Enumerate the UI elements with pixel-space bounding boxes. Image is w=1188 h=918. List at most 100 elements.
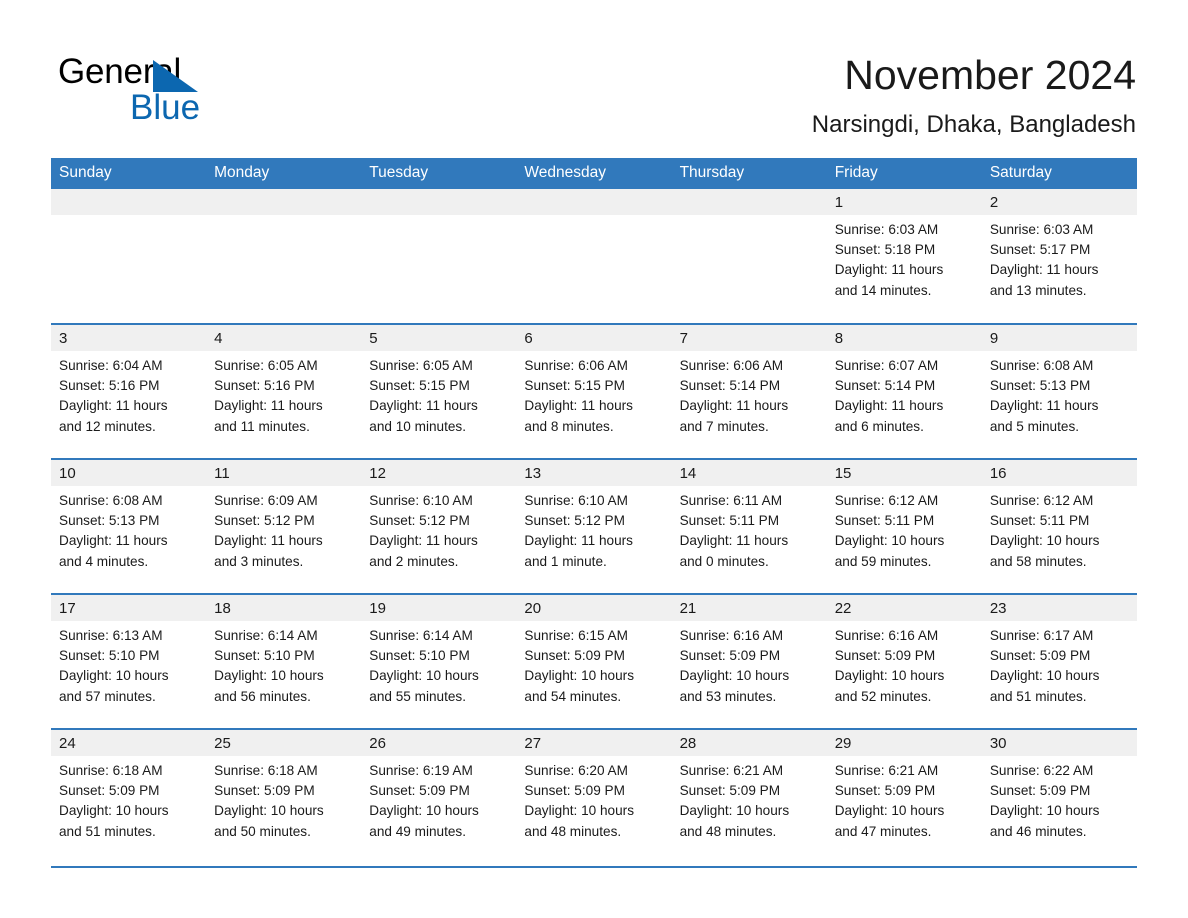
sunset-text: Sunset: 5:09 PM: [679, 783, 781, 799]
day-cell[interactable]: 4 Sunrise: 6:05 AM Sunset: 5:16 PM Daylight…: [206, 323, 362, 459]
generalblue-logo[interactable]: General Blue: [58, 52, 358, 132]
sunset-text: Sunset: 5:11 PM: [679, 513, 780, 529]
day-cell[interactable]: 19 Sunrise: 6:14 AM Sunset: 5:10 PM Dayligh…: [361, 593, 517, 729]
day-cell[interactable]: 6 Sunrise: 6:06 AM Sunset: 5:15 PM Daylight…: [516, 323, 672, 459]
sunset-text: Sunset: 5:14 PM: [679, 378, 781, 394]
day-cell[interactable]: 3 Sunrise: 6:04 AM Sunset: 5:16 PM Daylight…: [51, 323, 207, 459]
day-cell[interactable]: 23 Sunrise: 6:17 AM Sunset: 5:09 PM Dayligh…: [981, 593, 1137, 729]
daylight-text-line2: and 2 minutes.: [369, 553, 459, 569]
sunrise-text: Sunrise: 6:17 AM: [989, 628, 1094, 643]
day-cell[interactable]: 28 Sunrise: 6:21 AM Sunset: 5:09 PM Dayligh…: [671, 728, 827, 864]
day-cell[interactable]: 20 Sunrise: 6:15 AM Sunset: 5:09 PM Dayligh…: [516, 593, 672, 729]
day-cell[interactable]: [51, 189, 207, 324]
weekday-header-tuesday: Tuesday: [361, 158, 517, 189]
day-cell[interactable]: 10 Sunrise: 6:08 AM Sunset: 5:13 PM Dayligh…: [51, 458, 207, 594]
sunrise-text: Sunrise: 6:13 AM: [59, 628, 163, 643]
sunset-text: Sunset: 5:17 PM: [989, 242, 1091, 258]
sunset-text: Sunset: 5:16 PM: [59, 378, 160, 394]
sunset-text: Sunset: 5:09 PM: [679, 648, 781, 664]
day-number: 24: [51, 730, 207, 756]
day-cell[interactable]: 30 Sunrise: 6:22 AM Sunset: 5:09 PM Dayligh…: [981, 728, 1137, 864]
day-cell[interactable]: 16 Sunrise: 6:12 AM Sunset: 5:11 PM Dayligh…: [981, 458, 1137, 594]
day-cell[interactable]: [361, 189, 517, 324]
week-row: 10 Sunrise: 6:08 AM Sunset: 5:13 PM Dayligh…: [51, 458, 1137, 594]
day-cell[interactable]: 18 Sunrise: 6:14 AM Sunset: 5:10 PM Dayligh…: [206, 593, 362, 729]
daylight-text-line1: Daylight: 10 hours: [524, 803, 634, 819]
sunrise-text: Sunrise: 6:06 AM: [524, 358, 628, 373]
day-number: 28: [671, 730, 827, 756]
daylight-text-line2: and 51 minutes.: [989, 688, 1087, 704]
day-number: 2: [981, 189, 1137, 215]
day-cell[interactable]: 14 Sunrise: 6:11 AM Sunset: 5:11 PM Dayligh…: [671, 458, 827, 594]
sunrise-text: Sunrise: 6:21 AM: [834, 763, 939, 778]
day-cell[interactable]: 12 Sunrise: 6:10 AM Sunset: 5:12 PM Dayligh…: [361, 458, 517, 594]
day-number: 23: [981, 595, 1137, 621]
day-cell[interactable]: 17 Sunrise: 6:13 AM Sunset: 5:10 PM Dayligh…: [51, 593, 207, 729]
sunrise-text: Sunrise: 6:21 AM: [679, 763, 784, 778]
daylight-text-line2: and 6 minutes.: [834, 418, 924, 434]
day-number: 16: [981, 460, 1137, 486]
daylight-text-line2: and 57 minutes.: [59, 688, 156, 704]
daylight-text-line2: and 48 minutes.: [679, 823, 777, 839]
day-number: 3: [51, 325, 207, 351]
day-number: 20: [516, 595, 672, 621]
day-number: [671, 189, 827, 215]
day-cell[interactable]: 29 Sunrise: 6:21 AM Sunset: 5:09 PM Dayligh…: [826, 728, 982, 864]
daylight-text-line2: and 4 minutes.: [59, 553, 149, 569]
sunrise-text: Sunrise: 6:14 AM: [369, 628, 473, 643]
daylight-text-line1: Daylight: 10 hours: [214, 803, 324, 819]
day-cell[interactable]: 11 Sunrise: 6:09 AM Sunset: 5:12 PM Dayligh…: [206, 458, 362, 594]
day-cell[interactable]: [671, 189, 827, 324]
daylight-text-line1: Daylight: 11 hours: [59, 398, 168, 414]
day-cell[interactable]: [206, 189, 362, 324]
day-cell[interactable]: 5 Sunrise: 6:05 AM Sunset: 5:15 PM Daylight…: [361, 323, 517, 459]
sunrise-text: Sunrise: 6:12 AM: [834, 493, 939, 508]
week-row: 24 Sunrise: 6:18 AM Sunset: 5:09 PM Dayligh…: [51, 728, 1137, 864]
sunrise-text: Sunrise: 6:05 AM: [214, 358, 318, 373]
weekday-header-row: Sunday Monday Tuesday Wednesday Thursday…: [51, 158, 1137, 189]
day-cell[interactable]: 15 Sunrise: 6:12 AM Sunset: 5:11 PM Dayligh…: [826, 458, 982, 594]
sunrise-text: Sunrise: 6:19 AM: [369, 763, 473, 778]
day-cell[interactable]: 24 Sunrise: 6:18 AM Sunset: 5:09 PM Dayligh…: [51, 728, 207, 864]
day-cell[interactable]: 2 Sunrise: 6:03 AM Sunset: 5:17 PM Daylight…: [981, 189, 1137, 324]
daylight-text-line2: and 12 minutes.: [59, 418, 156, 434]
day-cell[interactable]: 8 Sunrise: 6:07 AM Sunset: 5:14 PM Daylight…: [826, 323, 982, 459]
daylight-text-line2: and 54 minutes.: [524, 688, 622, 704]
sunset-text: Sunset: 5:09 PM: [214, 783, 315, 799]
day-number: 17: [51, 595, 207, 621]
daylight-text-line1: Daylight: 11 hours: [214, 398, 323, 414]
sunrise-text: Sunrise: 6:15 AM: [524, 628, 628, 643]
sunset-text: Sunset: 5:13 PM: [59, 513, 160, 529]
daylight-text-line2: and 46 minutes.: [989, 823, 1087, 839]
sunset-text: Sunset: 5:11 PM: [834, 513, 935, 529]
sunset-text: Sunset: 5:09 PM: [834, 783, 936, 799]
weekday-header-sunday: Sunday: [51, 158, 207, 189]
day-cell[interactable]: 13 Sunrise: 6:10 AM Sunset: 5:12 PM Dayligh…: [516, 458, 672, 594]
logo-text-blue: Blue: [130, 88, 201, 127]
day-cell[interactable]: [516, 189, 672, 324]
daylight-text-line2: and 1 minute.: [524, 553, 607, 569]
day-number: 19: [361, 595, 517, 621]
day-cell[interactable]: 9 Sunrise: 6:08 AM Sunset: 5:13 PM Daylight…: [981, 323, 1137, 459]
sunrise-text: Sunrise: 6:14 AM: [214, 628, 318, 643]
calendar-page: General Blue November 2024 Narsingdi, Dh…: [0, 0, 1188, 918]
sunrise-text: Sunrise: 6:18 AM: [59, 763, 163, 778]
week-row: 3 Sunrise: 6:04 AM Sunset: 5:16 PM Daylight…: [51, 323, 1137, 459]
weekday-header-saturday: Saturday: [981, 158, 1137, 189]
day-cell[interactable]: 7 Sunrise: 6:06 AM Sunset: 5:14 PM Daylight…: [671, 323, 827, 459]
sunrise-text: Sunrise: 6:16 AM: [679, 628, 784, 643]
sunset-text: Sunset: 5:10 PM: [59, 648, 160, 664]
day-cell[interactable]: 27 Sunrise: 6:20 AM Sunset: 5:09 PM Dayligh…: [516, 728, 672, 864]
daylight-text-line1: Daylight: 10 hours: [989, 533, 1100, 549]
weekday-header-thursday: Thursday: [671, 158, 827, 189]
daylight-text-line1: Daylight: 10 hours: [989, 668, 1100, 684]
day-number: 27: [516, 730, 672, 756]
day-cell[interactable]: 1 Sunrise: 6:03 AM Sunset: 5:18 PM Daylight…: [826, 189, 982, 324]
day-cell[interactable]: 22 Sunrise: 6:16 AM Sunset: 5:09 PM Dayligh…: [826, 593, 982, 729]
day-cell[interactable]: 25 Sunrise: 6:18 AM Sunset: 5:09 PM Dayligh…: [206, 728, 362, 864]
day-cell[interactable]: 21 Sunrise: 6:16 AM Sunset: 5:09 PM Dayligh…: [671, 593, 827, 729]
day-cell[interactable]: 26 Sunrise: 6:19 AM Sunset: 5:09 PM Dayligh…: [361, 728, 517, 864]
day-number: 26: [361, 730, 517, 756]
sunrise-text: Sunrise: 6:11 AM: [679, 493, 783, 508]
day-number: 30: [981, 730, 1137, 756]
